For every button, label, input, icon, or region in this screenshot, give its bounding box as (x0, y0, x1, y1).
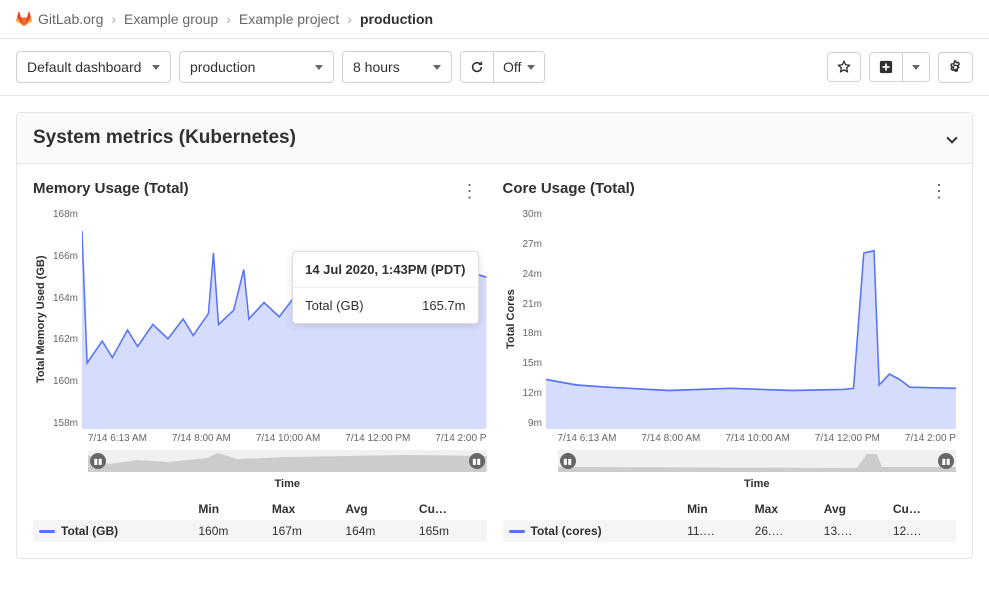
chart-plot-area[interactable]: 14 Jul 2020, 1:43PM (PDT) Total (GB) 165… (82, 209, 486, 429)
chart-core: Core Usage (Total) ⋮ Total Cores 30m 27m… (503, 180, 957, 542)
x-axis-ticks: 7/14 6:13 AM 7/14 8:00 AM 7/14 10:00 AM … (88, 433, 487, 444)
chart-title: Memory Usage (Total) (33, 180, 487, 197)
star-button[interactable] (827, 52, 861, 82)
add-panel-button[interactable] (870, 53, 903, 81)
chart-title: Core Usage (Total) (503, 180, 957, 197)
refresh-control: Off (460, 51, 545, 83)
breadcrumb-group[interactable]: Example group (124, 11, 218, 27)
legend-table: Min Max Avg Cu… Total (cores) 11.… 26.… … (503, 498, 957, 542)
x-axis-ticks: 7/14 6:13 AM 7/14 8:00 AM 7/14 10:00 AM … (558, 433, 957, 444)
timerange-dropdown[interactable]: 8 hours (342, 51, 452, 83)
chart-tooltip: 14 Jul 2020, 1:43PM (PDT) Total (GB) 165… (292, 251, 478, 324)
y-axis-ticks: 30m 27m 24m 21m 18m 15m 12m 9m (519, 209, 546, 429)
x-axis-label: Time (88, 478, 487, 490)
y-axis-label: Total Cores (503, 209, 519, 429)
minimap[interactable]: ▮▮ ▮▮ (558, 450, 957, 472)
chart-memory: Memory Usage (Total) ⋮ Total Memory Used… (33, 180, 487, 542)
minimap-handle-right[interactable]: ▮▮ (469, 453, 485, 469)
chevron-down-icon (315, 65, 323, 70)
y-axis-ticks: 168m 166m 164m 162m 160m 158m (49, 209, 82, 429)
panel-title: System metrics (Kubernetes) (33, 127, 296, 149)
chevron-right-icon: › (347, 11, 352, 27)
chevron-down-icon (912, 65, 920, 70)
refresh-icon (470, 60, 484, 74)
minimap[interactable]: ▮▮ ▮▮ (88, 450, 487, 472)
plus-square-icon (879, 60, 893, 74)
y-axis-label: Total Memory Used (GB) (33, 209, 49, 429)
dashboard-dropdown-label: Default dashboard (27, 59, 141, 75)
series-color-swatch (509, 530, 525, 533)
metrics-panel: System metrics (Kubernetes) Memory Usage… (16, 112, 973, 559)
chevron-down-icon (527, 65, 535, 70)
tooltip-time: 14 Jul 2020, 1:43PM (PDT) (293, 252, 477, 288)
refresh-button[interactable] (461, 52, 494, 82)
legend-row[interactable]: Total (GB) 160m 167m 164m 165m (33, 520, 487, 542)
minimap-handle-right[interactable]: ▮▮ (938, 453, 954, 469)
chevron-down-icon (433, 65, 441, 70)
series-color-swatch (39, 530, 55, 533)
minimap-handle-left[interactable]: ▮▮ (90, 453, 106, 469)
chart-plot-area[interactable] (546, 209, 956, 429)
breadcrumb-org[interactable]: GitLab.org (38, 11, 103, 27)
chart-menu-button[interactable]: ⋮ (922, 180, 956, 202)
dashboard-dropdown[interactable]: Default dashboard (16, 51, 171, 83)
breadcrumb: GitLab.org › Example group › Example pro… (0, 0, 989, 39)
timerange-dropdown-label: 8 hours (353, 59, 400, 75)
gear-icon (948, 60, 963, 75)
legend-table: Min Max Avg Cu… Total (GB) 160m 167m 164… (33, 498, 487, 542)
autorefresh-dropdown[interactable]: Off (494, 52, 544, 82)
add-panel-dropdown[interactable] (903, 53, 929, 81)
chevron-down-icon (946, 132, 957, 143)
toolbar: Default dashboard production 8 hours Off (0, 39, 989, 96)
environment-dropdown[interactable]: production (179, 51, 334, 83)
panel-header[interactable]: System metrics (Kubernetes) (17, 113, 972, 164)
settings-button[interactable] (938, 52, 973, 83)
chevron-right-icon: › (111, 11, 116, 27)
breadcrumb-current: production (360, 11, 433, 27)
minimap-handle-left[interactable]: ▮▮ (560, 453, 576, 469)
chevron-down-icon (152, 65, 160, 70)
legend-row[interactable]: Total (cores) 11.… 26.… 13.… 12.… (503, 520, 957, 542)
tooltip-value: 165.7m (422, 298, 465, 313)
autorefresh-label: Off (503, 59, 521, 75)
add-panel-control (869, 52, 930, 82)
star-icon (837, 60, 851, 74)
environment-dropdown-label: production (190, 59, 255, 75)
breadcrumb-project[interactable]: Example project (239, 11, 339, 27)
chart-menu-button[interactable]: ⋮ (453, 180, 487, 202)
chevron-right-icon: › (226, 11, 231, 27)
gitlab-logo-icon (16, 11, 32, 27)
x-axis-label: Time (558, 478, 957, 490)
tooltip-series-label: Total (GB) (305, 298, 364, 313)
